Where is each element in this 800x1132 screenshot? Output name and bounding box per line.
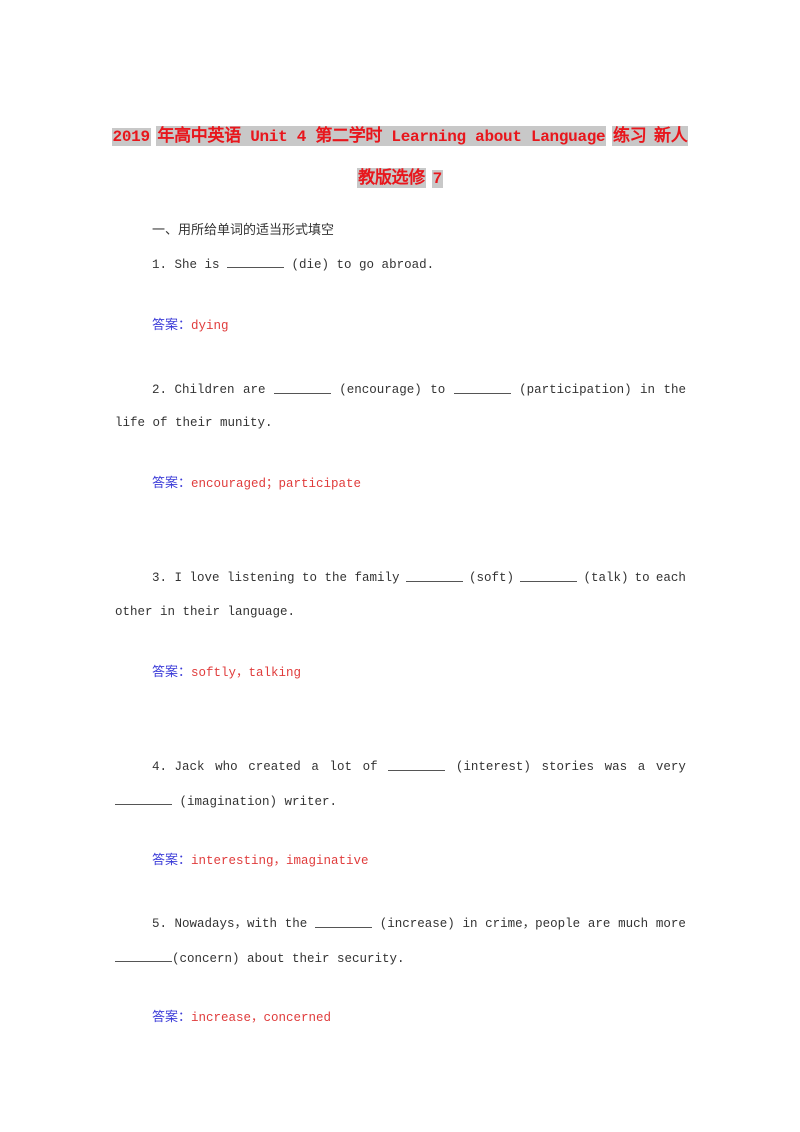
answer-text: interesting，imaginative <box>191 854 369 868</box>
question-text: are <box>587 917 611 931</box>
question-2-line-1: 2. Children are (encourage) to (particip… <box>152 381 686 399</box>
answer-blank <box>314 915 372 928</box>
question-4-line-2: (imagination) writer. <box>115 792 337 811</box>
title-edition: 教版选修 <box>357 168 426 188</box>
answer-blank <box>405 569 463 582</box>
answer-blank <box>273 381 331 394</box>
question-text: 3. I love listening to the family <box>152 571 400 585</box>
question-1: 1. She is (die) to go abroad. <box>152 255 434 274</box>
question-text: (increase) <box>379 917 455 931</box>
title-suffix: 练习 <box>612 126 648 146</box>
answer-blank <box>115 949 172 962</box>
question-text: (concern) about their security. <box>172 952 405 966</box>
answer-label: 答案： <box>152 318 192 333</box>
title-unit: Unit 4 <box>240 128 316 146</box>
title-lesson: 第二学时 <box>315 126 383 146</box>
question-text: much <box>618 917 649 931</box>
answer-label: 答案： <box>152 853 192 868</box>
answer-blank <box>520 569 578 582</box>
question-2-line-2: life of their munity. <box>115 416 273 430</box>
answer-2: 答案：encouraged；participate <box>152 475 361 493</box>
question-text: crime，people <box>485 917 581 931</box>
document-title-line-2: 教版选修 7 <box>0 167 800 190</box>
question-text: a <box>311 760 319 774</box>
section-heading: 一、用所给单词的适当形式填空 <box>152 223 335 238</box>
question-3-line-1: 3. I love listening to the family (soft)… <box>152 569 686 587</box>
answer-blank <box>227 255 285 268</box>
question-text: (soft) <box>468 571 514 585</box>
question-text: in <box>462 917 478 931</box>
question-text: the <box>663 383 686 397</box>
question-text: who <box>215 760 238 774</box>
answer-label: 答案： <box>152 476 192 491</box>
question-text: (encourage) <box>339 383 422 397</box>
answer-text: softly，talking <box>191 666 302 680</box>
question-4-line-1: 4. Jack who created a lot of (interest) … <box>152 758 686 776</box>
question-text: (participation) <box>519 383 632 397</box>
question-text: each <box>655 571 686 585</box>
question-5-line-1: 5. Nowadays，with the (increase) in crime… <box>152 915 686 933</box>
answer-label: 答案： <box>152 665 192 680</box>
question-text: the <box>284 917 308 931</box>
title-topic: Learning about Language <box>382 128 606 146</box>
title-prefix: 年高中英语 <box>157 126 241 146</box>
question-text: to <box>634 571 650 585</box>
answer-blank <box>388 758 446 771</box>
question-text: 5. Nowadays，with <box>152 917 278 931</box>
answer-blank <box>453 381 511 394</box>
answer-5: 答案：increase，concerned <box>152 1009 331 1027</box>
title-year: 2019 <box>111 128 151 146</box>
document-title-line-1: 2019 年高中英语 Unit 4 第二学时 Learning about La… <box>0 125 800 148</box>
answer-text: dying <box>191 319 229 333</box>
question-text: (talk) <box>583 571 629 585</box>
answer-4: 答案：interesting，imaginative <box>152 852 369 870</box>
question-text: (imagination) writer. <box>179 795 338 809</box>
question-text: was <box>604 760 628 774</box>
answer-label: 答案： <box>152 1010 192 1025</box>
answer-3: 答案：softly，talking <box>152 664 301 682</box>
title-publisher: 新人 <box>647 126 689 146</box>
question-text: very <box>655 760 686 774</box>
answer-text: increase，concerned <box>191 1011 332 1025</box>
question-text: 4. Jack <box>152 760 205 774</box>
question-text: of <box>362 760 378 774</box>
answer-blank <box>115 792 172 805</box>
answer-1: 答案：dying <box>152 317 229 335</box>
title-main: 年高中英语 Unit 4 第二学时 Learning about Languag… <box>156 126 607 146</box>
question-text: to <box>430 383 446 397</box>
question-text: lot <box>329 760 353 774</box>
question-text: a <box>637 760 646 774</box>
document-page: 2019 年高中英语 Unit 4 第二学时 Learning about La… <box>0 0 800 1132</box>
question-5-line-2: (concern) about their security. <box>115 949 405 968</box>
question-text: stories <box>541 760 594 774</box>
question-text: created <box>248 760 301 774</box>
question-3-line-2: other in their language. <box>115 605 296 619</box>
question-text: 2. Children <box>152 383 235 397</box>
question-text: 1. She is <box>152 258 220 272</box>
answer-text: encouraged；participate <box>191 477 362 491</box>
title-number: 7 <box>431 170 443 188</box>
question-text: in <box>640 383 656 397</box>
question-text: (die) to go abroad. <box>291 258 435 272</box>
question-text: (interest) <box>455 760 531 774</box>
question-text: more <box>655 917 686 931</box>
question-text: are <box>242 383 266 397</box>
